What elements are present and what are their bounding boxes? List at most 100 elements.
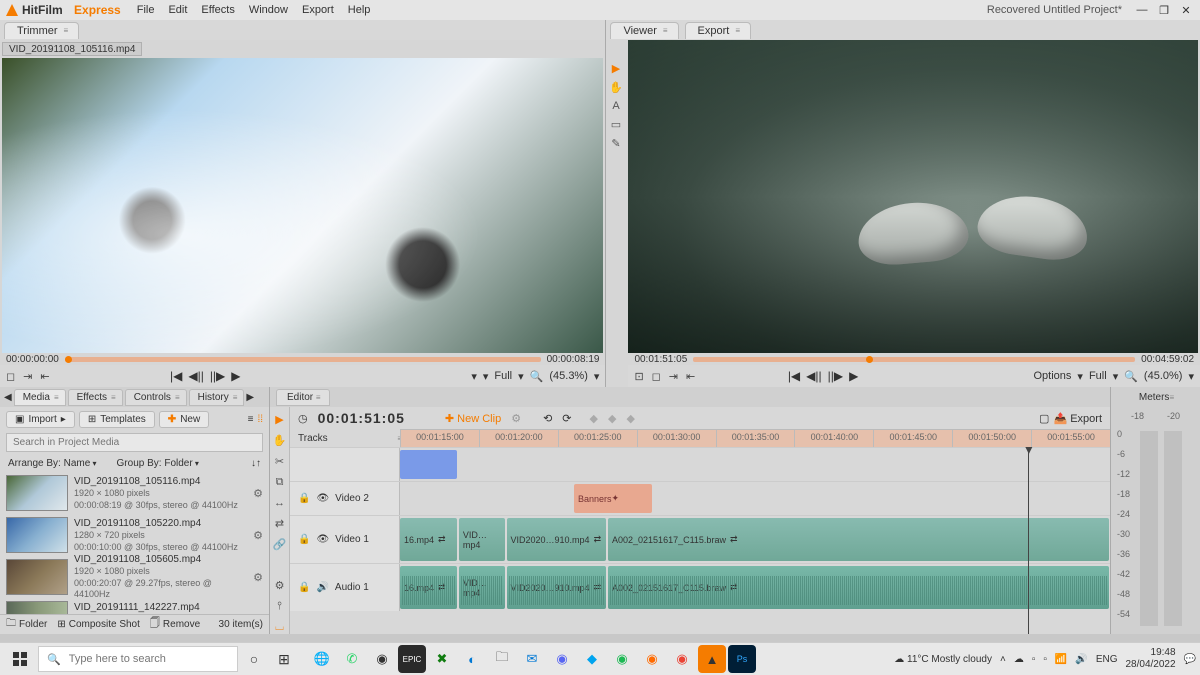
safe-zones-icon[interactable]: ⊡ xyxy=(634,370,643,383)
app-spotify[interactable]: ◉ xyxy=(608,645,636,673)
viewer-tab[interactable]: Viewer≡ xyxy=(610,22,678,39)
timeline-clip[interactable]: A002_02151617_C115.braw⇄ xyxy=(608,518,1109,561)
trimmer-viewport[interactable] xyxy=(2,58,603,353)
set-in-icon[interactable]: ▾ xyxy=(471,370,477,383)
timeline-timecode[interactable]: 00:01:51:05 xyxy=(318,410,405,426)
gear-icon[interactable]: ⚙ xyxy=(253,529,263,542)
hand-tool-icon[interactable]: ✋ xyxy=(609,81,623,94)
marker-prev-icon[interactable]: ◆ xyxy=(590,412,598,425)
list-view-icon[interactable]: ≡ xyxy=(248,414,254,425)
editor-tab[interactable]: Editor ≡ xyxy=(276,389,330,406)
app-app2[interactable]: ◉ xyxy=(638,645,666,673)
slice-tool-icon[interactable]: ✂ xyxy=(275,455,284,468)
timeline-audio-clip[interactable]: 16.mp4⇄ xyxy=(400,566,457,609)
timeline-clip[interactable] xyxy=(400,450,457,479)
settings-icon[interactable]: ⚙ xyxy=(275,579,285,592)
wifi-icon[interactable]: 📶 xyxy=(1055,654,1067,665)
menu-effects[interactable]: Effects xyxy=(201,4,234,16)
close-button[interactable]: ✕ xyxy=(1178,4,1194,17)
trimmer-clip-name[interactable]: VID_20191108_105116.mp4 xyxy=(2,42,142,56)
new-composite-button[interactable]: ⊞ Composite Shot xyxy=(57,619,140,630)
app-whatsapp[interactable]: ✆ xyxy=(338,645,366,673)
play-icon[interactable]: ▶ xyxy=(231,369,240,383)
new-clip-button[interactable]: ✚ New Clip xyxy=(445,412,501,425)
pen-tool-icon[interactable]: ✎ xyxy=(611,137,620,150)
notifications-icon[interactable]: 💬 xyxy=(1184,654,1196,665)
menu-help[interactable]: Help xyxy=(348,4,371,16)
rate-icon[interactable]: ⇄ xyxy=(275,517,284,530)
app-photoshop[interactable]: Ps xyxy=(728,645,756,673)
tab-controls[interactable]: Controls≡ xyxy=(125,389,187,406)
lock-icon[interactable]: 🔒 xyxy=(298,534,310,545)
frame-fwd-icon[interactable]: ||▶ xyxy=(828,369,843,383)
options-icon[interactable]: ⫯ xyxy=(277,600,282,613)
tab-media[interactable]: Media≡ xyxy=(14,389,66,406)
hamburger-icon[interactable]: ≡ xyxy=(663,26,666,35)
timeline-clip-banners[interactable]: Banners ✦ xyxy=(574,484,652,513)
undo-icon[interactable]: ⟲ xyxy=(543,412,552,425)
marker-add-icon[interactable]: ◆ xyxy=(608,412,616,425)
set-out-icon[interactable]: ▾ xyxy=(483,370,489,383)
ripple-icon[interactable]: ↔ xyxy=(274,497,285,509)
menu-export[interactable]: Export xyxy=(302,4,334,16)
timeline-audio-clip[interactable]: A002_02151617_C115.braw⇄ xyxy=(608,566,1109,609)
timeline-clip[interactable]: 16.mp4⇄ xyxy=(400,518,457,561)
export-button[interactable]: 📤 Export xyxy=(1053,412,1102,425)
tray-expand-icon[interactable]: ˄ xyxy=(1000,654,1006,665)
timeline-clip[interactable]: VID2020…910.mp4⇄ xyxy=(507,518,606,561)
cortana-icon[interactable]: ○ xyxy=(240,645,268,673)
trimmer-scrubber[interactable] xyxy=(65,357,541,362)
out-point-icon[interactable]: ⇤ xyxy=(686,370,695,383)
language-indicator[interactable]: ENG xyxy=(1096,654,1118,665)
group-by-dropdown[interactable]: Folder xyxy=(164,458,199,469)
play-icon[interactable]: ▶ xyxy=(849,369,858,383)
hand-tool-icon[interactable]: ✋ xyxy=(273,434,287,447)
track-v3-header[interactable] xyxy=(290,448,400,481)
goto-start-icon[interactable]: |◀ xyxy=(788,369,800,383)
app-xbox[interactable]: ✖ xyxy=(428,645,456,673)
menu-file[interactable]: File xyxy=(137,4,155,16)
panel-prev-icon[interactable]: ◀ xyxy=(4,392,12,403)
start-button[interactable] xyxy=(4,645,36,673)
templates-button[interactable]: ⊞Templates xyxy=(79,411,155,428)
rectangle-tool-icon[interactable]: ▭ xyxy=(611,118,621,131)
timeline-audio-clip[interactable]: VID2020…910.mp4⇄ xyxy=(507,566,606,609)
viewer-quality[interactable]: Full xyxy=(1089,370,1107,382)
grid-view-icon[interactable]: ⁞⁞ xyxy=(257,414,263,425)
menu-edit[interactable]: Edit xyxy=(168,4,187,16)
minimize-button[interactable]: — xyxy=(1134,4,1150,17)
in-point-icon[interactable]: ⇥ xyxy=(23,370,32,383)
visibility-icon[interactable]: 👁 xyxy=(316,493,329,504)
timeline-audio-clip[interactable]: VID…mp4 xyxy=(459,566,505,609)
app-app1[interactable]: ◆ xyxy=(578,645,606,673)
volume-icon[interactable]: 🔊 xyxy=(1075,654,1087,665)
viewer-zoom[interactable]: (45.0%) xyxy=(1144,370,1183,382)
media-item[interactable]: VID_20191108_105220.mp41280 × 720 pixels… xyxy=(0,514,269,556)
app-mail[interactable]: ✉ xyxy=(518,645,546,673)
app-steam[interactable]: ◉ xyxy=(368,645,396,673)
gear-icon[interactable]: ⚙ xyxy=(253,571,263,584)
taskbar-search[interactable]: 🔍Type here to search xyxy=(38,646,238,672)
task-view-icon[interactable]: ⊞ xyxy=(270,645,298,673)
viewer-scrubber[interactable] xyxy=(693,357,1135,362)
snap-icon[interactable]: ⧉ xyxy=(276,476,284,489)
link-icon[interactable]: 🔗 xyxy=(273,538,287,551)
track-a1-header[interactable]: 🔒🔊Audio 1 xyxy=(290,564,400,611)
tab-history[interactable]: History≡ xyxy=(189,389,245,406)
tray-icon[interactable]: ▫ xyxy=(1032,654,1036,665)
mute-icon[interactable]: 🔊 xyxy=(316,582,328,593)
search-icon[interactable]: 🔍 xyxy=(1124,370,1138,383)
timeline-clip[interactable]: VID…mp4 xyxy=(459,518,505,561)
lock-icon[interactable]: 🔒 xyxy=(298,493,310,504)
visibility-icon[interactable]: 👁 xyxy=(316,534,329,545)
clip-settings-icon[interactable]: ⚙ xyxy=(511,412,521,425)
media-item[interactable]: VID_20191108_105605.mp41920 × 1080 pixel… xyxy=(0,556,269,598)
goto-start-icon[interactable]: |◀ xyxy=(170,369,182,383)
sort-icon[interactable]: ↓↑ xyxy=(251,458,261,469)
app-explorer[interactable]: 🗀 xyxy=(488,645,516,673)
media-list[interactable]: VID_20191108_105116.mp41920 × 1080 pixel… xyxy=(0,472,269,614)
media-item[interactable]: VID_20191108_105116.mp41920 × 1080 pixel… xyxy=(0,472,269,514)
frame-back-icon[interactable]: ◀|| xyxy=(188,369,203,383)
track-v2-header[interactable]: 🔒👁Video 2 xyxy=(290,482,400,515)
app-epic[interactable]: EPIC xyxy=(398,645,426,673)
